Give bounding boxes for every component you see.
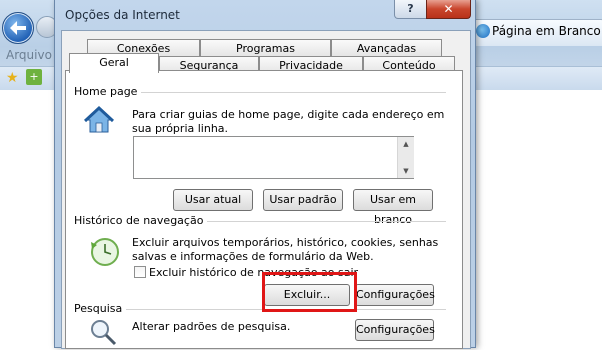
use-default-button[interactable]: Usar padrão <box>263 189 343 211</box>
magnifier-icon <box>88 317 118 347</box>
dialog-title: Opções da Internet <box>65 8 180 22</box>
home-page-description: Para criar guias de home page, digite ca… <box>132 108 445 135</box>
ie-page-icon <box>476 24 490 38</box>
tab-geral[interactable]: Geral <box>69 53 159 73</box>
browser-tab-label: Página em Branco <box>492 24 601 38</box>
help-button[interactable]: ? <box>394 0 427 19</box>
house-icon <box>83 105 115 135</box>
scroll-down-arrow-icon[interactable]: ▼ <box>399 165 413 177</box>
back-button[interactable] <box>2 12 34 44</box>
home-page-title: Home page <box>74 85 142 98</box>
group-rule-search <box>74 309 446 310</box>
add-favorite-icon[interactable]: + <box>26 69 42 85</box>
history-settings-button[interactable]: Configurações <box>355 284 435 306</box>
favorites-star-icon[interactable]: ★ <box>6 70 19 86</box>
history-clock-icon <box>88 234 122 268</box>
arrow-left-icon <box>10 21 26 35</box>
history-description: Excluir arquivos temporários, histórico,… <box>132 236 439 263</box>
delete-on-exit-checkbox[interactable] <box>134 266 146 278</box>
menu-arquivo[interactable]: Arquivo <box>6 48 52 62</box>
home-page-scrollbar[interactable]: ▲ ▼ <box>397 137 414 178</box>
tab-avancadas[interactable]: Avançadas <box>331 39 442 56</box>
scroll-up-arrow-icon[interactable]: ▲ <box>399 138 413 150</box>
internet-options-dialog: Opções da Internet ? ✕ Conexões Programa… <box>54 0 476 349</box>
tab-programas[interactable]: Programas <box>200 39 331 56</box>
history-title: Histórico de navegação <box>74 214 208 227</box>
highlight-box <box>262 272 357 312</box>
home-page-textarea[interactable] <box>133 136 414 179</box>
use-blank-button[interactable]: Usar em branco <box>353 189 433 226</box>
search-title: Pesquisa <box>74 302 127 315</box>
close-button[interactable]: ✕ <box>426 0 471 19</box>
use-current-button[interactable]: Usar atual <box>173 189 253 211</box>
search-settings-button[interactable]: Configurações <box>355 319 435 341</box>
